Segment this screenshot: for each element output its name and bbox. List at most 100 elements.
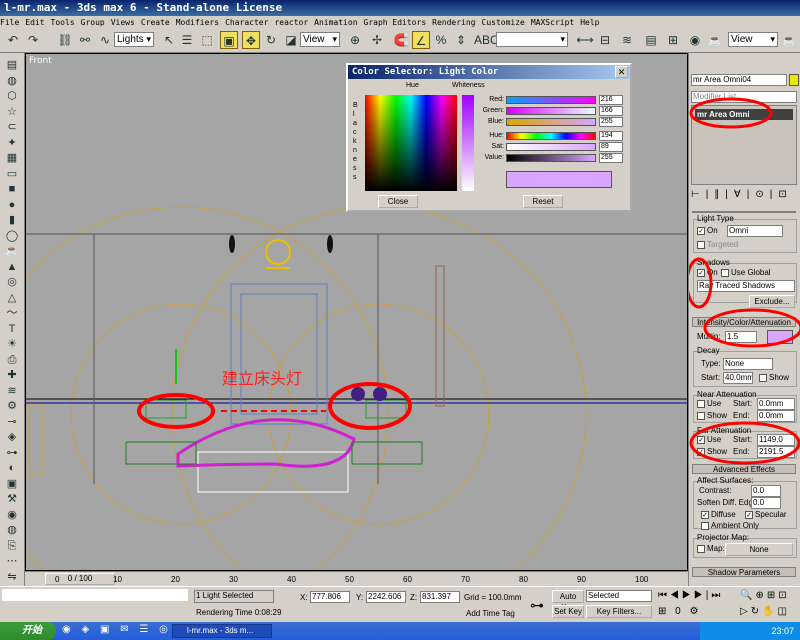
menu-item-edit[interactable]: Edit <box>25 18 44 27</box>
teapot-icon[interactable]: ☕ <box>3 243 21 259</box>
extrude-icon[interactable]: ▤ <box>3 57 21 73</box>
selection-filter-dropdown[interactable]: Lights <box>114 32 154 47</box>
angle-snap-icon[interactable]: ∠ <box>412 31 430 49</box>
pivot-center-icon[interactable]: ⊕ <box>346 31 364 49</box>
menu-item-tools[interactable]: Tools <box>51 18 75 27</box>
color-row-sat[interactable]: Sat: 89 <box>478 142 628 152</box>
sphere-icon[interactable]: ● <box>3 197 21 213</box>
spinner-snap-icon[interactable]: ⇕ <box>452 31 470 49</box>
menu-item-file[interactable]: File <box>0 18 19 27</box>
loft-icon[interactable]: ▦ <box>3 150 21 166</box>
plane-icon[interactable]: ▭ <box>3 166 21 182</box>
whiteness-slider[interactable] <box>462 95 474 191</box>
menu-item-group[interactable]: Group <box>81 18 105 27</box>
color-slider-bar[interactable] <box>506 118 596 126</box>
color-slider-bar[interactable] <box>506 132 596 140</box>
key-filters-button[interactable]: Key Filters... <box>586 605 652 618</box>
menu-item-character[interactable]: Character <box>225 18 268 27</box>
color-row-blue[interactable]: Blue: 255 <box>478 117 628 127</box>
box-icon[interactable]: ■ <box>3 181 21 197</box>
helper-icon[interactable]: ✚ <box>3 367 21 383</box>
start-button[interactable]: 开始 <box>0 622 56 640</box>
color-row-hue[interactable]: Hue: 194 <box>478 131 628 141</box>
color-row-value[interactable]: Value: 255 <box>478 153 628 163</box>
render-scene-icon[interactable]: ☕ <box>706 31 724 49</box>
named-selection-sets-dropdown[interactable] <box>496 32 568 47</box>
ref-coord-dropdown[interactable]: View <box>300 32 340 47</box>
close-icon[interactable]: ✕ <box>615 66 628 78</box>
spline-icon[interactable]: 〜 <box>3 305 21 321</box>
menu-item-views[interactable]: Views <box>111 18 135 27</box>
menu-item-rendering[interactable]: Rendering <box>432 18 475 27</box>
color-value-spinner[interactable]: 194 <box>599 131 623 141</box>
quick-render-icon[interactable]: ☕ <box>780 31 798 49</box>
snap-toggle-icon[interactable]: 🧲 <box>392 31 410 49</box>
key-icon[interactable]: ⊶ <box>530 597 544 614</box>
named-selection-icon[interactable]: ABC <box>474 31 499 49</box>
add-time-tag[interactable]: Add Time Tag <box>466 609 515 618</box>
menu-item-modifiers[interactable]: Modifiers <box>176 18 219 27</box>
front-viewport[interactable]: 建立床头灯 Front Color Selector: Light Color … <box>25 53 688 571</box>
viewport-nav-controls[interactable]: 🔍⊕⊞⊡ <box>740 590 790 601</box>
hierarchy-icon[interactable]: ⊶ <box>3 445 21 461</box>
mirror-icon[interactable]: ⇋ <box>3 569 21 585</box>
color-value-spinner[interactable]: 255 <box>599 117 623 127</box>
camera-icon[interactable]: ⎙ <box>3 352 21 368</box>
render-icon[interactable]: ◉ <box>3 507 21 523</box>
schematic-view-icon[interactable]: ⊞ <box>664 31 682 49</box>
material-icon[interactable]: ◍ <box>3 522 21 538</box>
color-value-spinner[interactable]: 89 <box>599 142 623 152</box>
region-select-icon[interactable]: ⬚ <box>198 31 216 49</box>
lathe-icon[interactable]: ◍ <box>3 73 21 89</box>
quick-launch[interactable]: ◉ ◈ ▣ ✉ ☰ ◎ <box>62 624 172 635</box>
pyramid-icon[interactable]: △ <box>3 290 21 306</box>
material-editor-icon[interactable]: ◉ <box>686 31 704 49</box>
undo-icon[interactable]: ↶ <box>4 31 22 49</box>
color-slider-bar[interactable] <box>506 143 596 151</box>
set-key-button[interactable]: Set Key <box>552 605 584 618</box>
menu-item-create[interactable]: Create <box>141 18 170 27</box>
text-icon[interactable]: T <box>3 321 21 337</box>
percent-snap-icon[interactable]: % <box>432 31 450 49</box>
menu-item-maxscript[interactable]: MAXScript <box>531 18 574 27</box>
unlink-icon[interactable]: ⚯ <box>76 31 94 49</box>
hue-picker[interactable] <box>365 95 457 191</box>
array-icon[interactable]: ⋯ <box>3 553 21 569</box>
menu-item-animation[interactable]: Animation <box>314 18 357 27</box>
menu-item-help[interactable]: Help <box>580 18 599 27</box>
color-slider-bar[interactable] <box>506 107 596 115</box>
render-view-dropdown[interactable]: View <box>728 32 778 47</box>
display-icon[interactable]: ▣ <box>3 476 21 492</box>
color-value-spinner[interactable]: 255 <box>599 153 623 163</box>
select-by-name-icon[interactable]: ☰ <box>178 31 196 49</box>
color-value-spinner[interactable]: 216 <box>599 95 623 105</box>
select-rotate-icon[interactable]: ↻ <box>262 31 280 49</box>
menu-item-graph-editors[interactable]: Graph Editors <box>364 18 427 27</box>
reset-button[interactable]: Reset <box>523 195 563 208</box>
cylinder-icon[interactable]: ▮ <box>3 212 21 228</box>
time-config-icon[interactable]: ⊞ 0 ⚙ <box>658 606 701 617</box>
taskbar-item-3dsmax[interactable]: l-mr.max - 3ds m... <box>172 624 272 638</box>
select-manipulate-icon[interactable]: ✢ <box>368 31 386 49</box>
maxscript-listener[interactable] <box>2 589 188 601</box>
modifier-icon[interactable]: ◈ <box>3 429 21 445</box>
curve-editor-icon[interactable]: ▤ <box>642 31 660 49</box>
viewport-label[interactable]: Front <box>29 56 52 66</box>
select-link-icon[interactable]: ⛓ <box>56 31 74 49</box>
color-row-red[interactable]: Red: 216 <box>478 95 628 105</box>
tube-icon[interactable]: ◎ <box>3 274 21 290</box>
utility-icon[interactable]: ⚒ <box>3 491 21 507</box>
viewport-nav-controls-2[interactable]: ▷↻✋◫ <box>740 606 790 617</box>
color-row-green[interactable]: Green: 166 <box>478 106 628 116</box>
select-scale-icon[interactable]: ◪ <box>282 31 300 49</box>
scatter-icon[interactable]: ✦ <box>3 135 21 151</box>
close-button[interactable]: Close <box>378 195 418 208</box>
system-icon[interactable]: ⚙ <box>3 398 21 414</box>
y-coord-field[interactable]: 2242.606 <box>366 591 406 603</box>
mirror-icon[interactable]: ⟷ <box>576 31 594 49</box>
color-slider-bar[interactable] <box>506 154 596 162</box>
motion-icon[interactable]: ◐ <box>3 460 21 476</box>
boolean-icon[interactable]: ⊂ <box>3 119 21 135</box>
select-move-icon[interactable]: ✥ <box>242 31 260 49</box>
cone-icon[interactable]: ▲ <box>3 259 21 275</box>
